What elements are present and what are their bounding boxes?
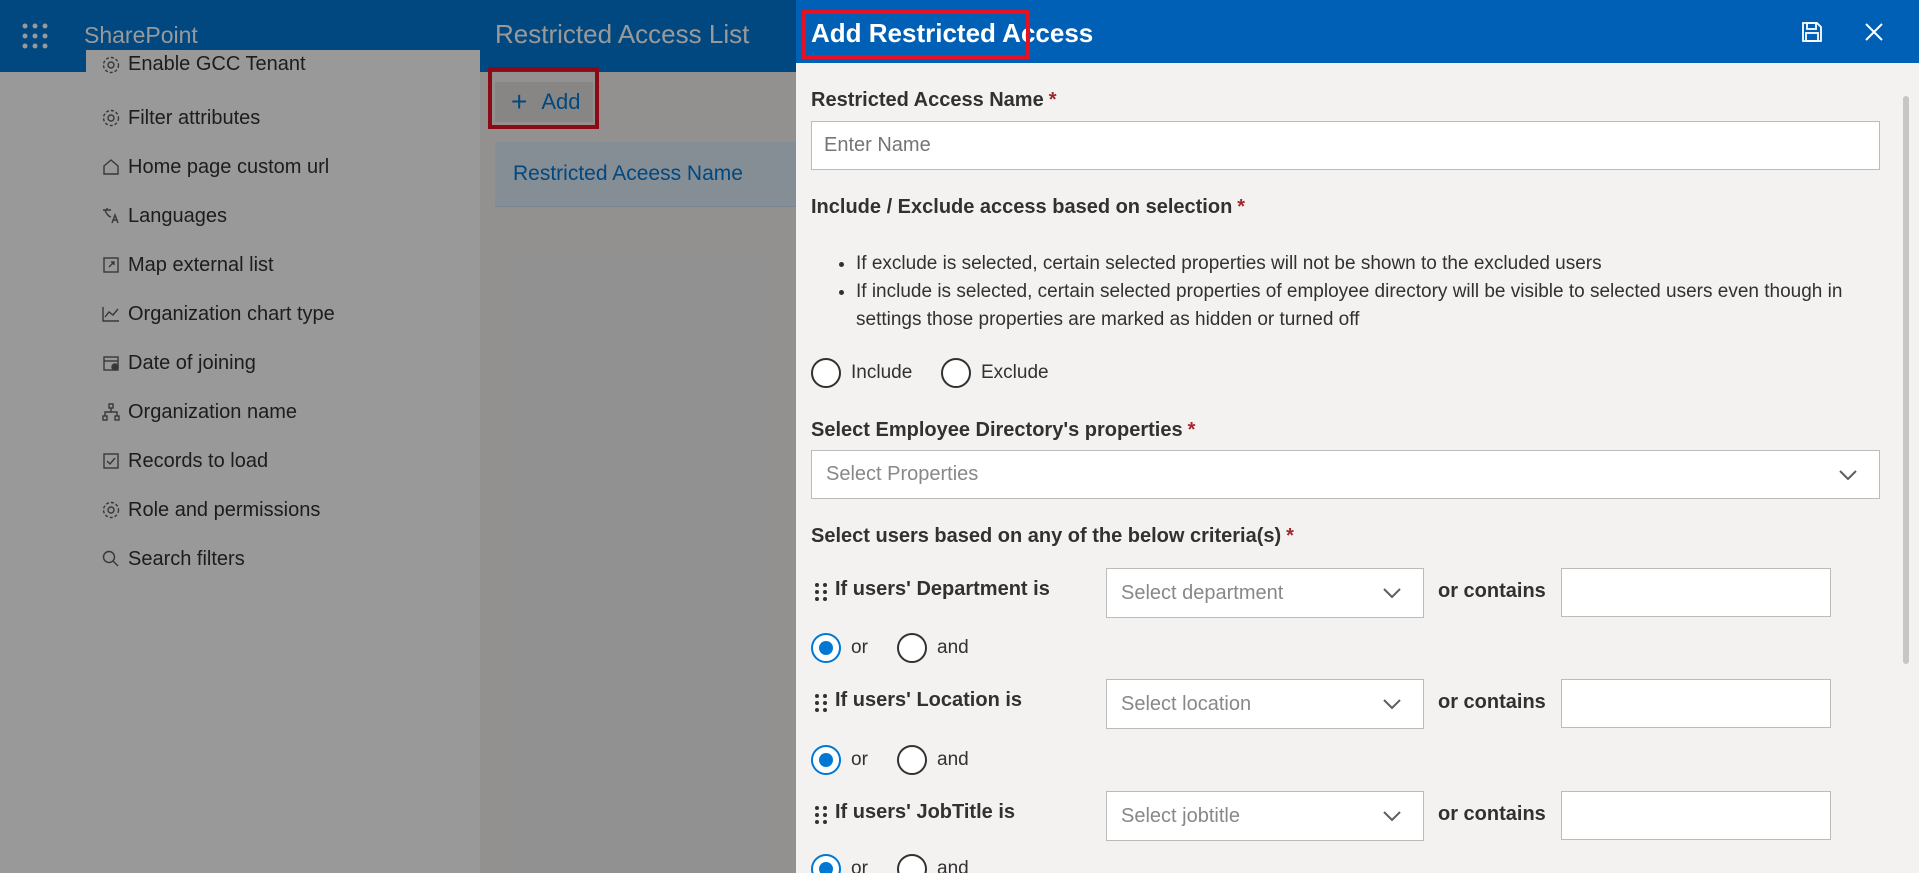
location-or-option[interactable]: or bbox=[811, 745, 868, 775]
drag-handle-icon[interactable] bbox=[813, 804, 829, 826]
or-contains-label: or contains bbox=[1438, 691, 1546, 713]
or-contains-label: or contains bbox=[1438, 580, 1546, 602]
restricted-access-name-input[interactable] bbox=[811, 121, 1880, 170]
department-dropdown[interactable]: Select department bbox=[1106, 568, 1424, 618]
include-exclude-label-text: Include / Exclude access based on select… bbox=[811, 196, 1233, 218]
include-radio-option[interactable]: Include bbox=[811, 358, 912, 388]
criteria-row-label: If users' Location is bbox=[835, 689, 1023, 711]
location-placeholder: Select location bbox=[1121, 692, 1252, 715]
and-radio[interactable] bbox=[897, 854, 927, 873]
location-dropdown[interactable]: Select location bbox=[1106, 679, 1424, 729]
or-radio-label: or bbox=[851, 637, 868, 658]
jobtitle-dropdown[interactable]: Select jobtitle bbox=[1106, 791, 1424, 841]
or-radio-label: or bbox=[851, 749, 868, 770]
name-label-text: Restricted Access Name bbox=[811, 89, 1044, 111]
select-properties-dropdown[interactable]: Select Properties bbox=[811, 450, 1880, 499]
chevron-down-icon bbox=[1381, 693, 1403, 715]
or-contains-label: or contains bbox=[1438, 803, 1546, 825]
required-marker: * bbox=[1048, 89, 1057, 111]
properties-label: Select Employee Directory's properties * bbox=[811, 419, 1195, 442]
include-exclude-help-list: If exclude is selected, certain selected… bbox=[856, 250, 1856, 334]
name-field-label: Restricted Access Name * bbox=[811, 89, 1057, 112]
properties-label-text: Select Employee Directory's properties bbox=[811, 419, 1183, 441]
title-highlight-box bbox=[802, 10, 1030, 59]
criteria-label: Select users based on any of the below c… bbox=[811, 525, 1294, 548]
chevron-down-icon bbox=[1381, 582, 1403, 604]
or-radio-label: or bbox=[851, 858, 868, 873]
required-marker: * bbox=[1286, 525, 1294, 547]
select-properties-placeholder: Select Properties bbox=[826, 463, 979, 485]
required-marker: * bbox=[1187, 419, 1196, 441]
form-panel-header: Add Restricted Access bbox=[796, 0, 1919, 63]
and-radio-label: and bbox=[937, 637, 969, 658]
department-and-option[interactable]: and bbox=[897, 633, 969, 663]
criteria-label-text: Select users based on any of the below c… bbox=[811, 525, 1282, 547]
exclude-radio-option[interactable]: Exclude bbox=[941, 358, 1049, 388]
exclude-radio-label: Exclude bbox=[981, 362, 1049, 383]
help-bullet-exclude: If exclude is selected, certain selected… bbox=[856, 250, 1856, 278]
save-icon[interactable] bbox=[1800, 20, 1824, 44]
restricted-access-list-panel: Restricted Access List + Add Restricted … bbox=[480, 0, 796, 873]
include-radio[interactable] bbox=[811, 358, 841, 388]
jobtitle-placeholder: Select jobtitle bbox=[1121, 804, 1240, 827]
criteria-row-department: If users' Department is Select departmen… bbox=[811, 568, 1871, 618]
criteria-row-label: If users' JobTitle is bbox=[835, 801, 1015, 823]
close-icon[interactable] bbox=[1862, 20, 1886, 44]
form-scrollbar[interactable] bbox=[1903, 96, 1909, 664]
include-exclude-label: Include / Exclude access based on select… bbox=[811, 196, 1245, 219]
drag-handle-icon[interactable] bbox=[813, 692, 829, 714]
required-marker: * bbox=[1237, 196, 1246, 218]
and-radio-label: and bbox=[937, 858, 969, 873]
department-placeholder: Select department bbox=[1121, 581, 1284, 604]
help-bullet-include: If include is selected, certain selected… bbox=[856, 278, 1856, 334]
and-radio-label: and bbox=[937, 749, 969, 770]
or-radio[interactable] bbox=[811, 854, 841, 873]
location-contains-input[interactable] bbox=[1561, 679, 1831, 728]
department-or-option[interactable]: or bbox=[811, 633, 868, 663]
criteria-row-location: If users' Location is Select location or… bbox=[811, 679, 1871, 729]
location-and-option[interactable]: and bbox=[897, 745, 969, 775]
criteria-row-label: If users' Department is bbox=[835, 578, 1050, 600]
jobtitle-and-option[interactable]: and bbox=[897, 854, 969, 873]
jobtitle-contains-input[interactable] bbox=[1561, 791, 1831, 840]
list-panel-overlay bbox=[480, 0, 796, 873]
and-radio[interactable] bbox=[897, 633, 927, 663]
jobtitle-or-option[interactable]: or bbox=[811, 854, 868, 873]
or-radio[interactable] bbox=[811, 745, 841, 775]
criteria-row-jobtitle: If users' JobTitle is Select jobtitle or… bbox=[811, 791, 1871, 841]
include-radio-label: Include bbox=[851, 362, 913, 383]
chevron-down-icon bbox=[1837, 464, 1859, 486]
department-contains-input[interactable] bbox=[1561, 568, 1831, 617]
add-restricted-access-panel: Add Restricted Access Restricted Access … bbox=[796, 0, 1919, 873]
chevron-down-icon bbox=[1381, 805, 1403, 827]
drag-handle-icon[interactable] bbox=[813, 581, 829, 603]
or-radio[interactable] bbox=[811, 633, 841, 663]
and-radio[interactable] bbox=[897, 745, 927, 775]
exclude-radio[interactable] bbox=[941, 358, 971, 388]
